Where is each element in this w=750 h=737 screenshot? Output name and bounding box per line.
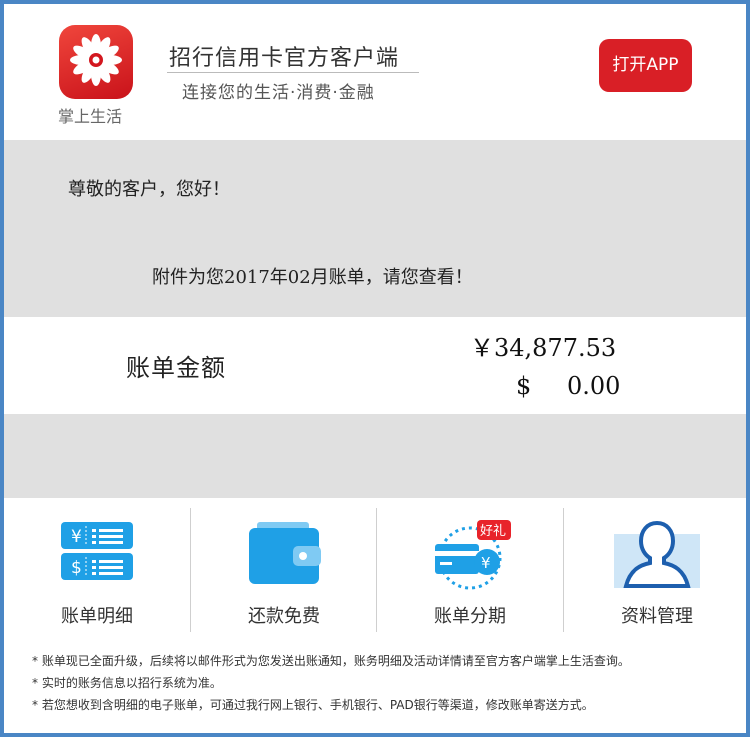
open-app-button[interactable]: 打开APP <box>599 39 692 92</box>
wallet-icon <box>249 522 321 584</box>
zhangshang-shenghuo-logo-icon[interactable] <box>59 25 133 99</box>
profile-icon <box>614 520 700 588</box>
quick-links: ¥ $ 账单明细 还款免费 ¥ 好礼 账单分期 资料管理 <box>4 498 746 638</box>
bill-notice-text: 附件为您2017年02月账单，请您查看！ <box>152 267 473 288</box>
title-divider <box>167 72 419 73</box>
svg-text:¥: ¥ <box>481 554 491 572</box>
app-banner: 掌上生活 招行信用卡官方客户端 连接您的生活·消费·金融 打开APP <box>4 4 746 140</box>
quick-link-bill-details[interactable]: ¥ $ 账单明细 <box>4 498 190 638</box>
svg-text:¥: ¥ <box>71 527 82 547</box>
amount-cny: ￥34,877.53 <box>470 334 617 362</box>
greeting-text: 尊敬的客户，您好！ <box>68 179 230 200</box>
footnote: * 账单现已全面升级，后续将以邮件形式为您发送出账通知，账务明细及活动详情请至官… <box>32 654 630 668</box>
installment-icon: ¥ 好礼 <box>435 520 511 590</box>
quick-link-label: 资料管理 <box>621 606 693 627</box>
logo-caption: 掌上生活 <box>58 107 123 126</box>
footnote: * 若您想收到含明细的电子账单，可通过我行网上银行、手机银行、PAD银行等渠道，… <box>32 698 594 712</box>
quick-link-installment[interactable]: ¥ 好礼 账单分期 <box>377 498 563 638</box>
message-panel: 尊敬的客户，您好！ 附件为您2017年02月账单，请您查看！ <box>4 140 746 317</box>
app-subtitle: 连接您的生活·消费·金融 <box>182 83 375 103</box>
bill-amount-panel: 账单金额 ￥34,877.53 $ 0.00 <box>4 317 746 414</box>
quick-link-label: 还款免费 <box>248 606 320 627</box>
quick-link-repayment[interactable]: 还款免费 <box>191 498 377 638</box>
bill-amount-label: 账单金额 <box>126 354 226 382</box>
bill-details-icon: ¥ $ <box>61 522 133 580</box>
usd-symbol: $ <box>516 372 532 400</box>
gift-badge: 好礼 <box>480 523 506 539</box>
spacer-band <box>4 414 746 498</box>
app-title: 招行信用卡官方客户端 <box>169 46 400 71</box>
quick-link-label: 账单明细 <box>61 606 133 627</box>
quick-link-profile[interactable]: 资料管理 <box>564 498 746 638</box>
quick-link-label: 账单分期 <box>434 606 506 627</box>
footnote: * 实时的账务信息以招行系统为准。 <box>32 676 222 690</box>
email-frame: 掌上生活 招行信用卡官方客户端 连接您的生活·消费·金融 打开APP 尊敬的客户… <box>0 0 750 737</box>
amount-usd: 0.00 <box>567 372 621 400</box>
svg-text:$: $ <box>71 558 82 578</box>
